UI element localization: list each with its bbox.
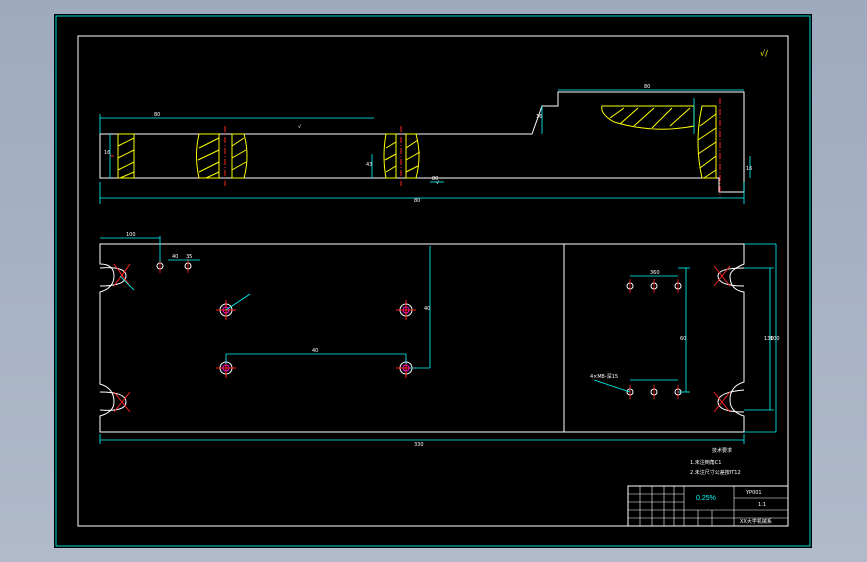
notes-line: 1.未注倒角C1	[690, 459, 721, 466]
slot-centerlines	[113, 263, 731, 413]
technical-notes: 技术要求 1.未注倒角C1 2.未注尺寸公差按IT12	[690, 447, 741, 476]
plan-dimensions	[99, 236, 777, 444]
sheet-inner-border	[77, 35, 789, 527]
dim-label: 60	[680, 336, 686, 342]
dim-label: 80	[414, 198, 420, 204]
part-name: YP001	[745, 490, 762, 496]
cad-drawing: 80 80 16 16 80 16 43 80 √ √ 100 40 35 40…	[55, 15, 811, 547]
dim-label: 16	[746, 166, 752, 172]
plan-view: 100 40 35 40 40 330 130 100 60 360 4×M8-…	[99, 232, 780, 448]
plan-dim-labels: 100 40 35 40 40 330 130 100 60 360 4×M8-…	[126, 232, 780, 448]
title-block: 0.25% YP001 1:1 XX大学机械系	[627, 485, 789, 527]
plan-outline	[99, 243, 745, 433]
dim-label: 16	[536, 114, 542, 120]
section-dim-labels: 80 80 16 16 80 16 43 80 √ √	[104, 84, 752, 204]
roughness-symbol: √	[436, 180, 440, 186]
dim-label: 43	[366, 162, 372, 168]
hole-marker	[396, 300, 416, 320]
dim-label: 35	[186, 254, 192, 260]
roughness-symbol: √	[298, 124, 302, 130]
hole-callout: 4×M8-深15	[590, 373, 618, 380]
dim-label: 100	[770, 336, 780, 342]
part-code: 0.25%	[696, 495, 716, 502]
drawing-scale: 1:1	[758, 502, 766, 508]
app-viewport: 80 80 16 16 80 16 43 80 √ √ 100 40 35 40…	[0, 0, 867, 562]
top-section-view: 80 80 16 16 80 16 43 80 √ √	[99, 84, 752, 204]
school-name: XX大学机械系	[740, 518, 772, 525]
dim-label: 360	[650, 270, 660, 276]
dim-label: 330	[414, 442, 424, 448]
plan-slots	[99, 267, 745, 413]
dim-label: 16	[104, 150, 110, 156]
dim-label: 40	[424, 306, 430, 312]
corner-roughness-mark: √/	[760, 49, 768, 58]
dim-label: 40	[312, 348, 318, 354]
section-hatching	[117, 105, 717, 179]
sheet-outer-border	[55, 15, 811, 547]
dim-label: 100	[126, 232, 136, 238]
drawing-canvas[interactable]: 80 80 16 16 80 16 43 80 √ √ 100 40 35 40…	[54, 14, 812, 548]
notes-line: 2.未注尺寸公差按IT12	[690, 469, 741, 476]
dim-label: 80	[644, 84, 650, 90]
section-dimensions	[99, 89, 751, 204]
dim-label: 40	[172, 254, 178, 260]
notes-heading: 技术要求	[712, 447, 732, 454]
section-centerlines	[110, 98, 721, 198]
section-outline	[99, 91, 745, 193]
dim-label: 80	[154, 112, 160, 118]
